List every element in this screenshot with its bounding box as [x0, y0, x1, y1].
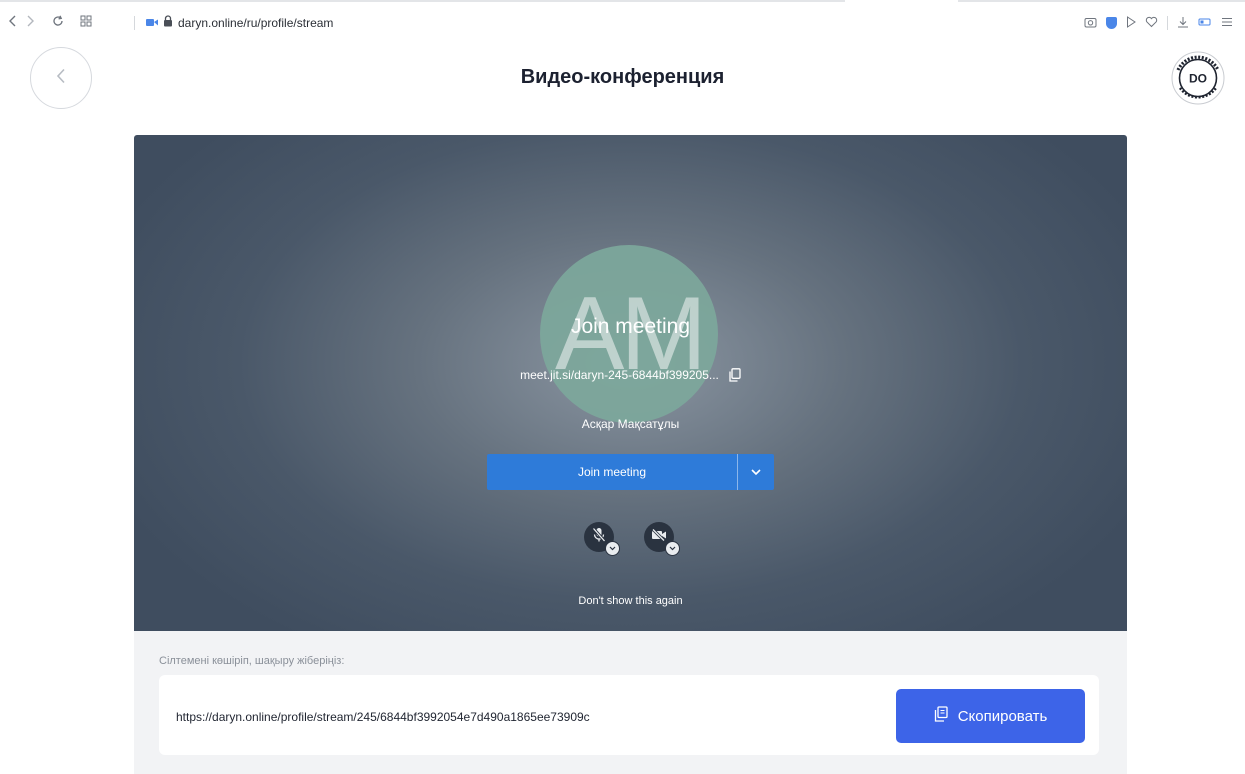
back-nav-icon[interactable]	[8, 15, 18, 29]
copy-icon	[934, 706, 948, 726]
share-link-text[interactable]: https://daryn.online/profile/stream/245/…	[176, 710, 590, 724]
actions-separator	[1167, 16, 1168, 30]
page-title: Видео-конференция	[520, 66, 725, 88]
download-icon[interactable]	[1177, 16, 1189, 31]
join-meeting-button-group: Join meeting	[487, 454, 774, 490]
tab-grid-icon[interactable]	[80, 15, 92, 29]
logo-emblem-icon: DO	[1171, 51, 1225, 105]
lock-icon	[163, 14, 173, 32]
camera-toggle-button[interactable]	[644, 522, 680, 556]
shield-icon[interactable]	[1106, 17, 1117, 29]
forward-nav-icon[interactable]	[25, 15, 35, 29]
join-options-dropdown[interactable]	[738, 454, 774, 490]
copy-meeting-url-icon[interactable]	[729, 368, 741, 382]
tab-strip-line	[0, 0, 845, 2]
share-instructions: Сілтемені көшіріп, шақыру жіберіңіз:	[159, 655, 345, 667]
dont-show-again-toggle[interactable]: Don't show this again	[134, 595, 1127, 607]
battery-icon[interactable]	[1198, 16, 1212, 30]
camera-options-icon[interactable]	[665, 541, 680, 556]
address-bar[interactable]: daryn.online/ru/profile/stream	[134, 14, 333, 32]
copy-link-button[interactable]: Скопировать	[896, 689, 1085, 743]
share-link-card: https://daryn.online/profile/stream/245/…	[159, 675, 1099, 755]
copy-link-label: Скопировать	[957, 707, 1048, 725]
share-link-section: Сілтемені көшіріп, шақыру жіберіңіз: htt…	[134, 631, 1127, 774]
microphone-muted-icon	[592, 527, 606, 548]
logo-text: DO	[1189, 72, 1207, 86]
join-meeting-button[interactable]: Join meeting	[487, 454, 737, 490]
microphone-toggle-button[interactable]	[584, 522, 620, 556]
meeting-url: meet.jit.si/daryn-245-6844bf399205...	[520, 368, 719, 382]
display-name[interactable]: Асқар Мақсатұлы	[134, 417, 1127, 431]
address-separator	[134, 16, 135, 30]
camera-indicator-icon	[146, 14, 158, 32]
video-conference-panel: AM Join meeting meet.jit.si/daryn-245-68…	[134, 135, 1127, 631]
meeting-url-row: meet.jit.si/daryn-245-6844bf399205...	[134, 368, 1127, 382]
menu-icon[interactable]	[1221, 16, 1233, 30]
heart-icon[interactable]	[1145, 16, 1158, 31]
camera-off-icon	[651, 528, 667, 546]
microphone-options-icon[interactable]	[605, 541, 620, 556]
play-icon[interactable]	[1126, 15, 1136, 31]
screenshot-icon[interactable]	[1084, 16, 1097, 31]
join-meeting-title: Join meeting	[570, 315, 691, 338]
daryn-online-logo[interactable]: DO	[1170, 50, 1226, 106]
url-text[interactable]: daryn.online/ru/profile/stream	[178, 16, 333, 30]
tab-strip-line-right	[958, 0, 1245, 2]
browser-toolbar: daryn.online/ru/profile/stream	[0, 0, 1245, 38]
browser-actions	[1084, 14, 1233, 32]
reload-icon[interactable]	[52, 15, 64, 29]
chevron-down-icon	[751, 463, 761, 481]
